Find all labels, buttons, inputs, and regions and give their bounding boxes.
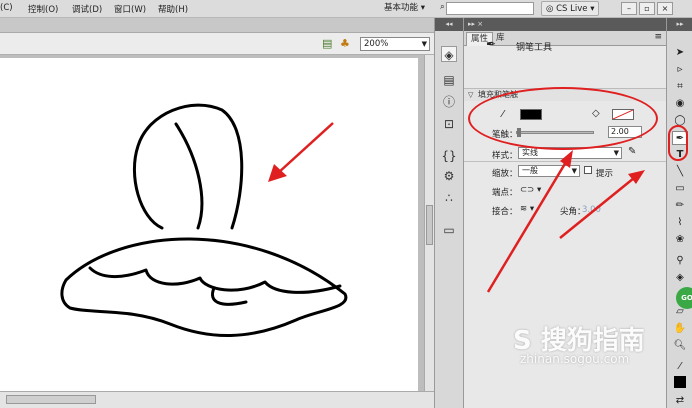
zoom-tool-icon[interactable]: 🔍︎ bbox=[672, 339, 688, 353]
panel-header: ▸▸ × bbox=[464, 18, 666, 31]
deco-tool-icon[interactable]: ❀ bbox=[672, 233, 688, 247]
annotation-arrows bbox=[486, 150, 645, 293]
code-snippets-icon[interactable]: {} bbox=[441, 148, 457, 164]
annotation-circle-pen-tool bbox=[668, 125, 688, 161]
line-tool-icon[interactable]: ╲ bbox=[672, 165, 688, 179]
restore-icon[interactable]: ▫ bbox=[639, 2, 655, 15]
horizontal-scrollbar[interactable] bbox=[0, 391, 434, 408]
document-tab-strip bbox=[0, 18, 434, 33]
3d-rotation-tool-icon[interactable]: ◉ bbox=[672, 97, 688, 111]
watermark-url: zhinan.sogou.com bbox=[520, 352, 630, 366]
close-icon[interactable]: × bbox=[657, 2, 673, 15]
canvas-area bbox=[0, 55, 424, 391]
cs-live-button[interactable]: ◎ CS Live ▾ bbox=[541, 1, 600, 16]
drawn-inner-curve bbox=[174, 122, 204, 230]
transform-icon[interactable]: ⊡ bbox=[441, 116, 457, 132]
free-transform-tool-icon[interactable]: ⌗ bbox=[672, 80, 688, 94]
tool-name: 钢笔工具 bbox=[516, 43, 553, 53]
pencil-tool-icon[interactable]: ✏ bbox=[672, 199, 688, 213]
pen-tool-icon: ✒ bbox=[486, 37, 497, 51]
menu-item-window[interactable]: 窗口(W) bbox=[114, 3, 146, 15]
menu-item-control[interactable]: 控制(O) bbox=[28, 3, 58, 15]
drawn-base-outline bbox=[60, 237, 348, 337]
workspace-switcher[interactable]: 基本功能 ▾ bbox=[378, 1, 431, 16]
tools-header: ▸▸ bbox=[667, 18, 692, 31]
collapse-arrow-icon: ▽ bbox=[468, 91, 474, 99]
selection-tool-icon[interactable]: ➤ bbox=[672, 46, 688, 60]
info-icon[interactable]: ⓘ bbox=[441, 94, 457, 110]
vertical-scrollbar[interactable] bbox=[424, 55, 434, 391]
cs-live-icon: ◎ bbox=[546, 4, 554, 14]
menu-bar: (C) 控制(O) 调试(D) 窗口(W) 帮助(H) 基本功能 ▾ ⌕ ◎ C… bbox=[0, 0, 692, 18]
paint-bucket-icon[interactable]: ◈ bbox=[672, 271, 688, 285]
bone-tool-icon[interactable]: ⚲ bbox=[672, 254, 688, 268]
chevron-down-icon: ▼ bbox=[421, 40, 427, 48]
menu-item-debug[interactable]: 调试(D) bbox=[72, 3, 102, 15]
hand-tool-icon[interactable]: ✋ bbox=[672, 322, 688, 336]
menu-item-help[interactable]: 帮助(H) bbox=[158, 3, 188, 15]
stroke-color-tool-icon[interactable]: ⁄ bbox=[672, 360, 688, 374]
swap-colors-icon[interactable]: ⇄ bbox=[672, 394, 688, 408]
zoom-select[interactable]: 200% ▼ bbox=[360, 37, 430, 51]
stage[interactable] bbox=[0, 58, 418, 391]
output-icon[interactable]: ▭ bbox=[441, 222, 457, 238]
search-icon: ⌕ bbox=[440, 2, 445, 12]
panel-icon-strip: ◂◂ ◈ ▤ ⓘ ⊡ {} ⚙ ∴ ▭ bbox=[434, 18, 464, 408]
workspace-label: 基本功能 bbox=[384, 3, 419, 13]
drawn-hat-top bbox=[133, 103, 244, 230]
subselection-tool-icon[interactable]: ▹ bbox=[672, 63, 688, 77]
brush-tool-icon[interactable]: ⌇ bbox=[672, 216, 688, 230]
drawing-svg bbox=[60, 103, 348, 337]
rectangle-tool-icon[interactable]: ▭ bbox=[672, 182, 688, 196]
zoom-value: 200% bbox=[364, 39, 389, 49]
red-arrow bbox=[268, 122, 334, 182]
edit-symbol-icon[interactable]: ♣ bbox=[340, 37, 350, 50]
horizontal-scroll-thumb[interactable] bbox=[6, 395, 96, 404]
components-icon[interactable]: ⚙ bbox=[441, 168, 457, 184]
vertical-scroll-thumb[interactable] bbox=[426, 205, 433, 245]
fill-color-tool-swatch[interactable] bbox=[674, 376, 686, 388]
color-swatches-icon[interactable]: ◈ bbox=[441, 46, 457, 62]
edit-scene-icon[interactable]: ▤ bbox=[322, 37, 332, 50]
edit-bar: ▤ ♣ 200% ▼ bbox=[0, 33, 434, 55]
arrow-to-stroke bbox=[486, 150, 573, 293]
motion-presets-icon[interactable]: ∴ bbox=[441, 190, 457, 206]
cs-live-label: CS Live bbox=[556, 4, 588, 14]
green-badge-icon: GO bbox=[676, 287, 692, 309]
arrow-to-pen-tool bbox=[559, 170, 645, 239]
menu-item-partial[interactable]: (C) bbox=[0, 3, 13, 13]
strip-header: ◂◂ bbox=[435, 18, 463, 31]
align-icon[interactable]: ▤ bbox=[441, 72, 457, 88]
help-search-input[interactable] bbox=[446, 2, 534, 15]
minimize-icon[interactable]: – bbox=[621, 2, 637, 15]
panel-menu-icon[interactable]: ≡ bbox=[654, 32, 662, 42]
